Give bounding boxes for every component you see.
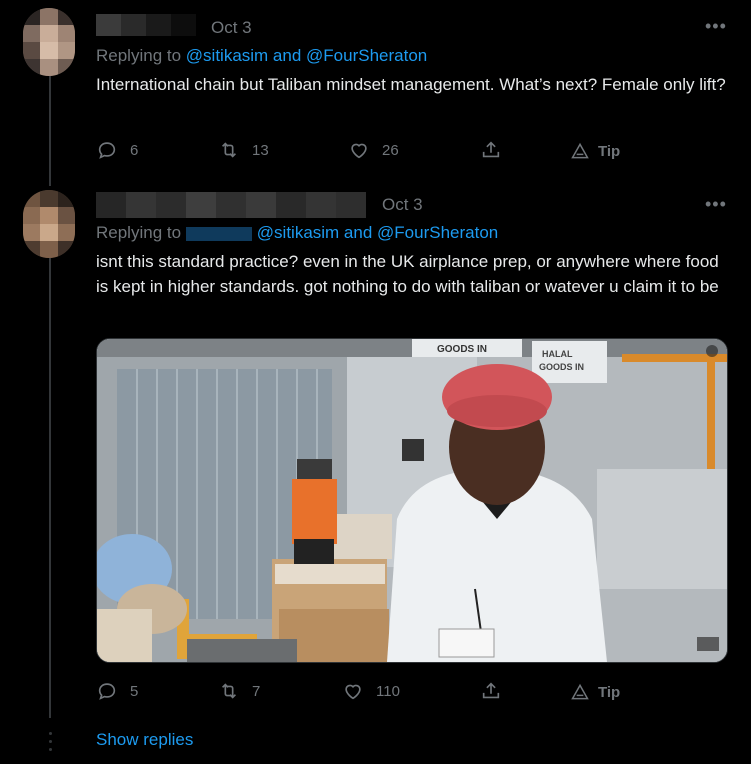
reply-icon (98, 683, 116, 700)
like-button[interactable]: 26 (348, 139, 399, 161)
like-icon (351, 143, 367, 159)
reply-button[interactable]: 6 (96, 139, 138, 161)
avatar[interactable] (23, 8, 75, 76)
thread-dot (49, 748, 52, 751)
reply-count: 6 (130, 141, 139, 159)
display-name-redacted[interactable] (96, 14, 196, 36)
avatar[interactable] (23, 190, 75, 258)
tip-icon (571, 683, 589, 700)
tip-button[interactable]: Tip (570, 682, 620, 702)
show-replies-link[interactable]: Show replies (96, 730, 193, 750)
reply-button[interactable]: 5 (96, 680, 138, 702)
tweet-text: International chain but Taliban mindset … (96, 75, 726, 94)
thread-line-2 (49, 258, 51, 718)
like-button[interactable]: 110 (342, 680, 400, 702)
more-icon[interactable]: ••• (705, 194, 727, 215)
retweet-icon (221, 142, 237, 158)
retweet-count: 7 (252, 682, 261, 700)
tip-icon (571, 142, 589, 159)
retweet-button[interactable]: 13 (218, 139, 269, 161)
replying-to-label: Replying to (96, 46, 186, 65)
share-icon (482, 682, 500, 699)
tip-label: Tip (598, 142, 621, 160)
replying-to: Replying to @sitikasim and @FourSheraton (96, 223, 498, 243)
tip-label: Tip (598, 683, 621, 701)
tip-button[interactable]: Tip (570, 141, 620, 161)
reply-handles-link[interactable]: @sitikasim and @FourSheraton (257, 223, 498, 242)
sign-halal: HALAL (542, 349, 573, 359)
tweet-media-image[interactable]: GOODS IN HALAL GOODS IN (96, 338, 728, 663)
retweet-count: 13 (252, 141, 269, 159)
like-count: 26 (382, 141, 399, 159)
replying-to: Replying to @sitikasim and @FourSheraton (96, 46, 427, 66)
like-count: 110 (376, 682, 400, 700)
share-button[interactable] (480, 139, 502, 161)
sign-goods-in-2: GOODS IN (539, 362, 584, 372)
more-icon[interactable]: ••• (705, 16, 727, 37)
share-icon (482, 141, 500, 158)
reply-count: 5 (130, 682, 139, 700)
redacted-handle (185, 226, 252, 241)
reply-handles-link[interactable]: @sitikasim and @FourSheraton (186, 46, 427, 65)
display-name-redacted[interactable] (96, 192, 366, 218)
like-icon (345, 684, 361, 700)
retweet-icon (221, 683, 237, 699)
share-button[interactable] (480, 680, 502, 702)
retweet-button[interactable]: 7 (218, 680, 260, 702)
tweet-date[interactable]: Oct 3 (211, 18, 252, 38)
thread-dot (49, 732, 52, 735)
replying-to-label: Replying to (96, 223, 186, 242)
sign-goods-in: GOODS IN (437, 344, 487, 355)
reply-icon (98, 142, 116, 159)
tweet-date[interactable]: Oct 3 (382, 195, 423, 215)
warehouse-photo: GOODS IN HALAL GOODS IN (97, 339, 727, 662)
thread-line-1 (49, 76, 51, 186)
thread-dot (49, 740, 52, 743)
tweet-text: isnt this standard practice? even in the… (96, 252, 719, 296)
